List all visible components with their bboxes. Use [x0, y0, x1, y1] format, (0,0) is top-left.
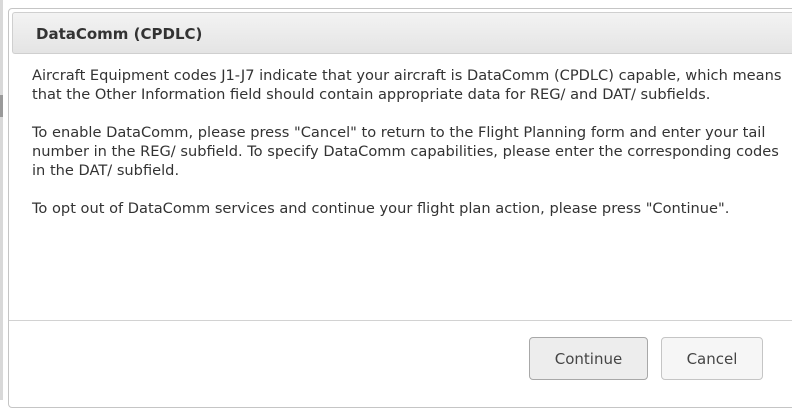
message-paragraph-equipment-codes: Aircraft Equipment codes J1-J7 indicate … [32, 67, 782, 103]
background-page-edge [0, 0, 3, 400]
message-paragraph-opt-out: To opt out of DataComm services and cont… [32, 200, 730, 217]
cancel-button[interactable]: Cancel [661, 337, 763, 380]
continue-button[interactable]: Continue [529, 337, 648, 380]
datacomm-dialog: DataComm (CPDLC) Aircraft Equipment code… [8, 8, 792, 408]
dialog-button-pane: Continue Cancel [9, 320, 792, 411]
message-paragraph-enable-datacomm: To enable DataComm, please press "Cancel… [32, 124, 779, 179]
dialog-title: DataComm (CPDLC) [36, 25, 203, 43]
dialog-titlebar[interactable]: DataComm (CPDLC) [12, 12, 792, 54]
dialog-content: Aircraft Equipment codes J1-J7 indicate … [32, 66, 792, 237]
background-page-marker [0, 95, 3, 117]
